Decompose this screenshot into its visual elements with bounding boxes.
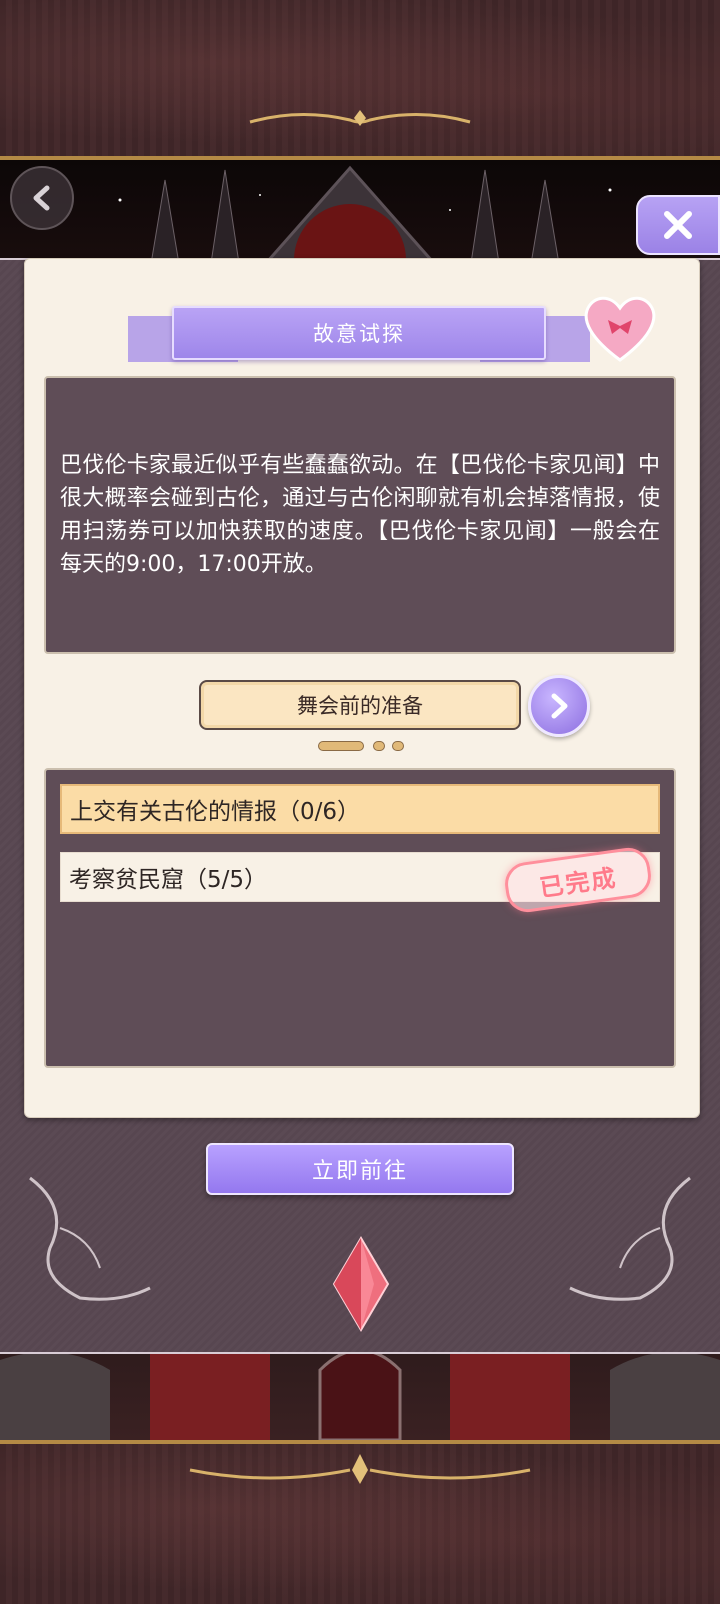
bottom-ornament-band	[0, 1440, 720, 1604]
page-indicator	[318, 739, 408, 753]
task-label: 考察贫民窟（5/5）	[69, 867, 268, 893]
corner-ornament-icon	[569, 1176, 691, 1301]
chevron-right-icon	[551, 693, 568, 719]
close-button[interactable]	[636, 195, 720, 255]
gold-flourish-icon	[249, 110, 471, 126]
go-now-button[interactable]: 立即前往	[206, 1143, 514, 1195]
quest-description: 巴伐伦卡家最近似乎有些蠢蠢欲动。在【巴伐伦卡家见闻】中很大概率会碰到古伦，通过与…	[60, 453, 660, 577]
back-button[interactable]	[10, 166, 74, 230]
task-list: 上交有关古伦的情报（0/6） 考察贫民窟（5/5） 已完成	[44, 768, 676, 1068]
top-ornament-band	[0, 0, 720, 160]
completed-stamp: 已完成	[502, 845, 654, 915]
corner-ornament-icon	[29, 1176, 151, 1301]
castle-scene-top	[0, 160, 720, 270]
page-dot	[373, 741, 385, 751]
red-crystal-icon	[332, 1236, 390, 1332]
heart-gift-icon	[584, 296, 656, 362]
gold-flourish-icon	[189, 1454, 531, 1484]
page-dot-active	[318, 741, 364, 751]
page-dot	[392, 741, 404, 751]
quest-description-box: 巴伐伦卡家最近似乎有些蠢蠢欲动。在【巴伐伦卡家见闻】中很大概率会碰到古伦，通过与…	[44, 376, 676, 654]
close-x-icon	[664, 211, 692, 239]
task-item-current[interactable]: 上交有关古伦的情报（0/6）	[60, 784, 660, 834]
chevron-left-icon	[33, 185, 50, 211]
task-item-completed[interactable]: 考察贫民窟（5/5） 已完成	[60, 845, 660, 915]
next-stage-button[interactable]	[528, 675, 590, 737]
stage-label[interactable]: 舞会前的准备	[199, 680, 521, 730]
task-label: 上交有关古伦的情报（0/6）	[70, 799, 361, 825]
quest-title: 故意试探	[172, 306, 546, 360]
